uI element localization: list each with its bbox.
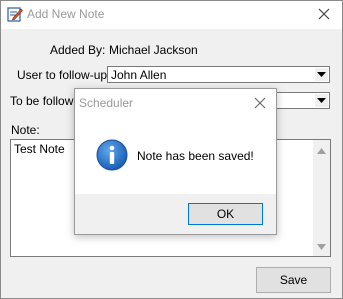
chevron-down-icon [317, 98, 326, 103]
scheduler-dialog: Scheduler Note has been saved! OK [74, 88, 277, 235]
user-follow-up-value: John Allen [111, 68, 167, 82]
scroll-up-icon[interactable] [317, 148, 326, 154]
ok-button[interactable]: OK [188, 203, 263, 225]
notepad-pencil-icon [7, 7, 23, 22]
added-by-value: Michael Jackson [109, 43, 198, 57]
dialog-footer: OK [75, 194, 276, 234]
note-text: Test Note [14, 142, 65, 156]
dropdown-button[interactable] [315, 68, 328, 81]
to-be-follow-up-label: To be follow-u [10, 94, 85, 108]
vertical-scrollbar[interactable] [313, 140, 330, 256]
added-by-label: Added By: [50, 43, 106, 57]
info-icon [96, 139, 128, 171]
chevron-down-icon [317, 72, 326, 77]
save-button[interactable]: Save [256, 267, 331, 293]
dropdown-button[interactable] [315, 94, 328, 107]
dialog-message: Note has been saved! [137, 149, 254, 163]
dialog-title: Scheduler [79, 96, 134, 110]
close-icon[interactable] [316, 6, 332, 22]
user-follow-up-label: User to follow-up: [17, 68, 111, 82]
title-bar: Add New Note [1, 1, 342, 29]
note-label: Note: [11, 123, 40, 137]
window-title: Add New Note [27, 7, 105, 21]
close-icon[interactable] [253, 96, 267, 110]
user-follow-up-select[interactable]: John Allen [107, 66, 330, 83]
scroll-down-icon[interactable] [317, 244, 326, 250]
